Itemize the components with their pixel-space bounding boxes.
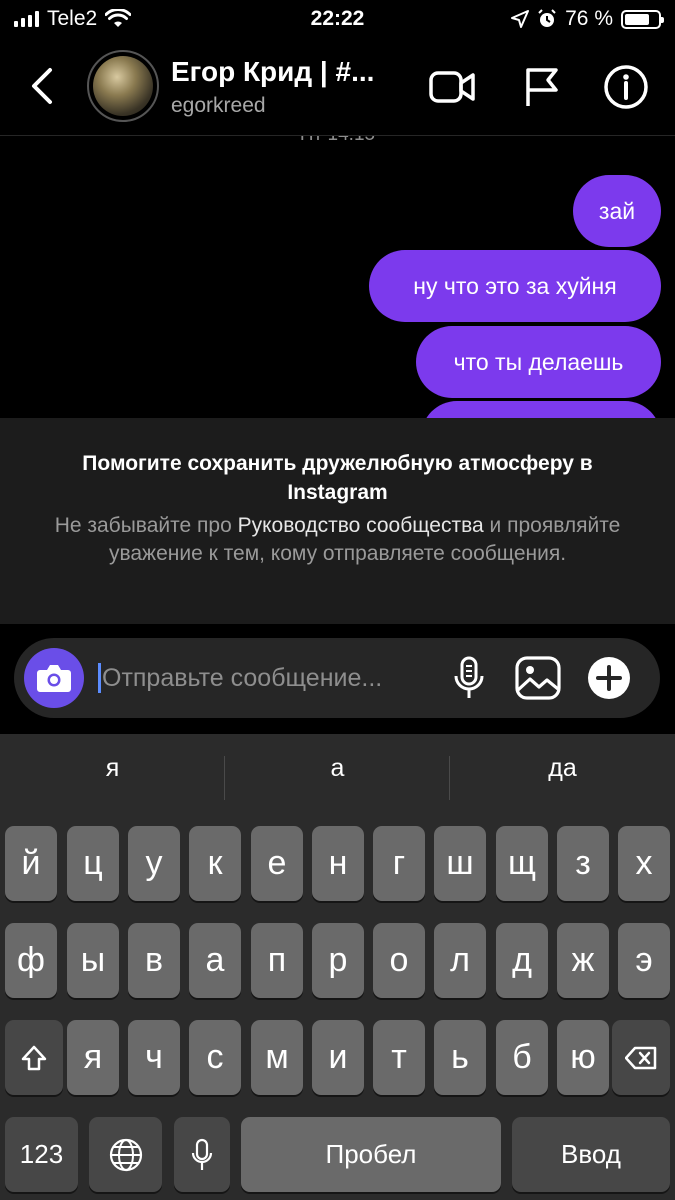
dictation-key[interactable] [174,1117,230,1192]
numbers-key[interactable]: 123 [5,1117,78,1192]
key[interactable]: ю [557,1020,609,1095]
chevron-left-icon [32,68,52,104]
key[interactable]: а [189,923,241,998]
key[interactable]: й [5,826,57,901]
backspace-key[interactable] [612,1020,670,1095]
camera-button[interactable] [24,648,84,708]
video-camera-icon [429,71,475,103]
key[interactable]: т [373,1020,425,1095]
microphone-icon [454,656,484,698]
microphone-icon [191,1138,213,1170]
location-icon [511,10,530,28]
keyboard: я а да й ц у к е н г ш щ з х ф ы в а п р… [0,734,675,1200]
gallery-button[interactable] [514,654,562,702]
voice-message-button[interactable] [445,654,493,702]
notice-text: Не забывайте про [54,514,238,537]
key[interactable]: щ [496,826,548,901]
key[interactable]: в [128,923,180,998]
message-bubble[interactable] [421,401,661,418]
key[interactable]: ж [557,923,609,998]
contact-handle[interactable]: egorkreed [171,94,266,118]
message-timestamp: Пт 14:15 [0,136,675,146]
key[interactable]: г [373,826,425,901]
notice-body: Не забывайте про Руководство сообщества … [40,512,635,568]
key[interactable]: д [496,923,548,998]
suggestion-item[interactable]: а [225,754,450,783]
shift-key[interactable] [5,1020,63,1095]
image-icon [515,656,561,700]
report-button[interactable] [518,64,566,110]
message-input[interactable] [102,660,432,696]
key[interactable]: с [189,1020,241,1095]
suggestion-item[interactable]: я [0,754,225,783]
space-key[interactable]: Пробел [241,1117,501,1192]
info-icon [604,65,648,109]
plus-circle-icon [588,657,630,699]
key[interactable]: л [434,923,486,998]
message-bubble[interactable]: зай [573,175,661,247]
flag-icon [526,68,558,106]
key[interactable]: я [67,1020,119,1095]
community-guidelines-link[interactable]: Руководство сообщества [238,514,484,537]
notice-title: Помогите сохранить дружелюбную атмосферу… [82,452,593,504]
key[interactable]: е [251,826,303,901]
key[interactable]: у [128,826,180,901]
alarm-icon [538,9,556,27]
key[interactable]: м [251,1020,303,1095]
community-notice: Помогите сохранить дружелюбную атмосферу… [0,418,675,624]
message-bubble[interactable]: ну что это за хуйня [369,250,661,322]
status-bar: Tele2 22:22 76 % [0,0,675,40]
shift-icon [21,1045,47,1070]
key[interactable]: к [189,826,241,901]
composer [14,638,660,718]
battery-label: 76 % [565,7,613,30]
chat-header: Егор Крид | #... egorkreed [0,40,675,136]
key[interactable]: х [618,826,670,901]
key[interactable]: ш [434,826,486,901]
message-thread[interactable]: Пт 14:15 зай ну что это за хуйня что ты … [0,136,675,418]
key[interactable]: р [312,923,364,998]
backspace-icon [625,1046,657,1069]
composer-area [0,624,675,734]
key[interactable]: ч [128,1020,180,1095]
key[interactable]: з [557,826,609,901]
message-bubble[interactable]: что ты делаешь [416,326,661,398]
camera-icon [37,665,71,692]
key[interactable]: п [251,923,303,998]
suggestion-bar: я а да [0,734,675,818]
key[interactable]: ф [5,923,57,998]
return-key[interactable]: Ввод [512,1117,670,1192]
text-caret [98,663,101,693]
key[interactable]: ь [434,1020,486,1095]
key[interactable]: б [496,1020,548,1095]
key[interactable]: ы [67,923,119,998]
key[interactable]: э [618,923,670,998]
video-call-button[interactable] [428,64,476,110]
key[interactable]: о [373,923,425,998]
avatar[interactable] [87,50,159,122]
suggestion-item[interactable]: да [450,754,675,783]
key[interactable]: и [312,1020,364,1095]
key[interactable]: ц [67,826,119,901]
add-button[interactable] [585,654,633,702]
info-button[interactable] [602,64,650,110]
back-button[interactable] [22,64,62,108]
language-key[interactable] [89,1117,162,1192]
battery-icon [621,9,664,29]
globe-icon [109,1138,142,1171]
contact-name[interactable]: Егор Крид | #... [171,56,401,88]
key[interactable]: н [312,826,364,901]
status-right: 76 % [511,7,664,31]
